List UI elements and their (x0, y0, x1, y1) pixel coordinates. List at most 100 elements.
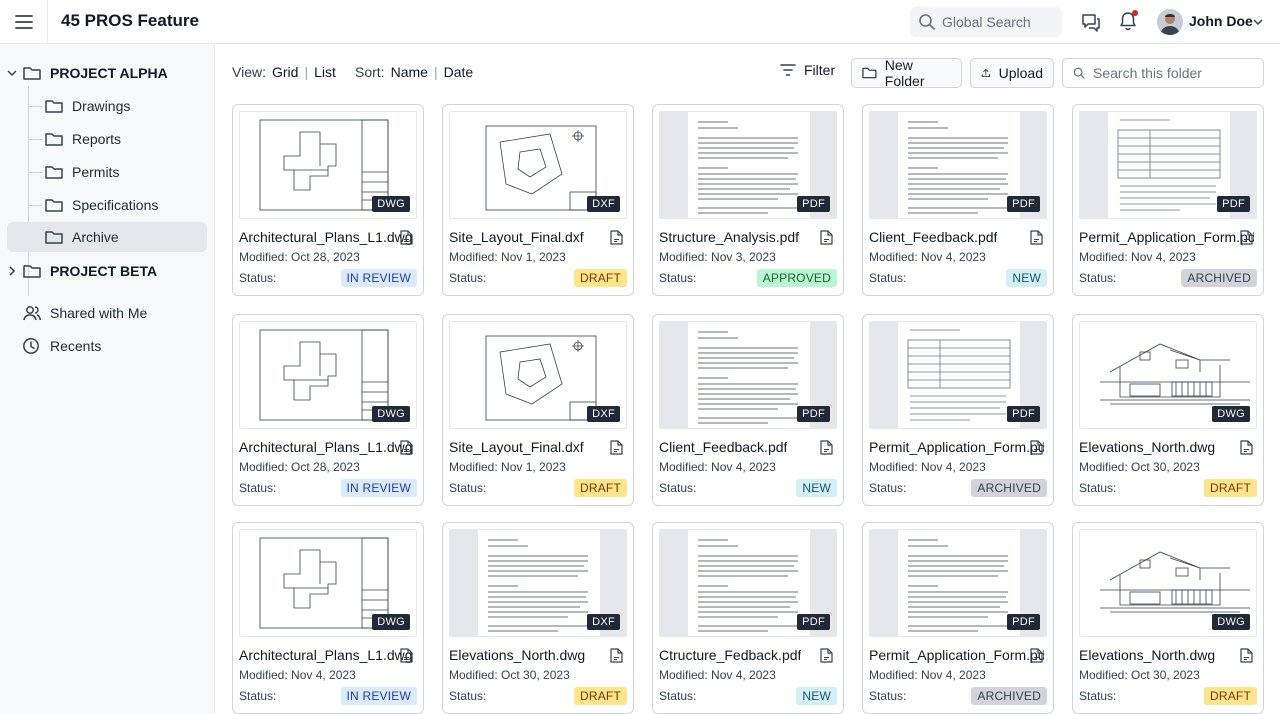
app-title: 45 PROS Feature (61, 11, 199, 30)
sidebar-item-drawings[interactable]: Drawings (44, 91, 130, 121)
view-list-option[interactable]: List (314, 64, 336, 80)
status-badge: IN REVIEW (340, 479, 417, 497)
global-search[interactable] (910, 7, 1062, 37)
sidebar-item-reports[interactable]: Reports (44, 124, 121, 154)
file-card[interactable]: PDF Client_Feedback.pdf Modified: Nov 4, 2… (652, 314, 844, 506)
file-modified: Modified: Nov 1, 2023 (449, 460, 566, 474)
status-badge: IN REVIEW (340, 269, 417, 287)
sidebar-link-label: Recents (50, 338, 102, 354)
sidebar-item-archive[interactable]: Archive (7, 222, 207, 252)
file-name[interactable]: Elevations_North.dwg (1079, 647, 1215, 663)
global-search-input[interactable] (942, 14, 1052, 30)
user-name[interactable]: John Doe (1189, 13, 1253, 29)
file-name[interactable]: Permit_Application_Form.pdf (869, 647, 1044, 663)
new-folder-button[interactable]: New Folder (851, 57, 962, 89)
file-card[interactable]: DXF Elevations_North.dwg Modified: Oct 30,… (442, 522, 634, 714)
file-name[interactable]: Site_Layout_Final.dxf (449, 439, 584, 455)
file-card[interactable]: PDF Structure_Analysis.pdf Modified: Nov 3… (652, 104, 844, 296)
file-thumbnail: PDF (659, 111, 837, 219)
chat-icon[interactable] (1080, 11, 1102, 33)
file-card[interactable]: DXF Site_Layout_Final.dxf Modified: Nov 1,… (442, 104, 634, 296)
status-label: Status: (1079, 271, 1117, 285)
status-badge: IN REVIEW (340, 687, 417, 705)
folder-icon (862, 67, 877, 79)
file-icon[interactable] (610, 230, 623, 245)
file-icon[interactable] (820, 648, 833, 663)
file-name[interactable]: Permit_Application_Form.pdf (1079, 229, 1254, 245)
file-icon[interactable] (1030, 440, 1043, 455)
folder-search-input[interactable] (1093, 65, 1263, 81)
file-name[interactable]: Permit_Application_Form.pdf (869, 439, 1044, 455)
file-icon[interactable] (1240, 230, 1253, 245)
file-type-badge: DWG (372, 614, 410, 630)
filter-label: Filter (804, 62, 836, 78)
file-card[interactable]: DWG Architectural_Plans_L1.dwg Modified: O… (232, 314, 424, 506)
file-type-badge: DXF (587, 196, 620, 212)
top-divider (47, 0, 48, 44)
file-name[interactable]: Ctructure_Fedback.pdf (659, 647, 801, 663)
file-modified: Modified: Oct 28, 2023 (239, 460, 360, 474)
folder-search[interactable] (1062, 58, 1264, 88)
upload-button[interactable]: Upload (970, 58, 1054, 88)
status-label: Status: (659, 271, 697, 285)
file-card[interactable]: DWG Architectural_Plans_L1.dwg Modified: O… (232, 104, 424, 296)
chevron-down-icon[interactable] (6, 67, 18, 79)
file-name[interactable]: Architectural_Plans_L1.dwg (239, 439, 413, 455)
file-thumbnail: DWG (1079, 321, 1257, 429)
file-name[interactable]: Architectural_Plans_L1.dwg (239, 229, 413, 245)
sort-date-option[interactable]: Date (444, 64, 474, 80)
sidebar-item-specifications[interactable]: Specifications (44, 190, 158, 220)
folder-icon (45, 166, 63, 179)
file-card[interactable]: DWG Architectural_Plans_L1.dwg Modified: N… (232, 522, 424, 714)
file-icon[interactable] (400, 440, 413, 455)
file-icon[interactable] (400, 230, 413, 245)
file-icon[interactable] (820, 230, 833, 245)
hamburger-icon[interactable] (14, 12, 34, 32)
file-name[interactable]: Architectural_Plans_L1.dwg (239, 647, 413, 663)
sidebar-item-shared[interactable]: Shared with Me (22, 298, 147, 328)
status-label: Status: (869, 271, 907, 285)
avatar[interactable] (1157, 9, 1183, 35)
file-card[interactable]: PDF Permit_Application_Form.pdf Modified: … (862, 522, 1054, 714)
file-icon[interactable] (610, 440, 623, 455)
file-icon[interactable] (1240, 440, 1253, 455)
sort-name-option[interactable]: Name (391, 64, 428, 80)
file-name[interactable]: Elevations_North.dwg (449, 647, 585, 663)
file-name[interactable]: Elevations_North.dwg (1079, 439, 1215, 455)
status-badge: DRAFT (1204, 687, 1257, 705)
file-thumbnail: PDF (659, 321, 837, 429)
file-card[interactable]: PDF Permit_Application_Form.pdf Modified: … (1072, 104, 1264, 296)
status-badge: DRAFT (574, 269, 627, 287)
file-icon[interactable] (610, 648, 623, 663)
sidebar-project-alpha[interactable]: PROJECT ALPHA (6, 58, 168, 88)
view-grid-option[interactable]: Grid (272, 64, 298, 80)
sidebar-item-recents[interactable]: Recents (22, 331, 101, 361)
chevron-right-icon[interactable] (6, 265, 18, 277)
file-icon[interactable] (1030, 648, 1043, 663)
file-card[interactable]: DWG Elevations_North.dwg Modified: Oct 30,… (1072, 314, 1264, 506)
sidebar-item-permits[interactable]: Permits (44, 157, 119, 187)
file-name[interactable]: Client_Feedback.pdf (659, 439, 787, 455)
file-name[interactable]: Structure_Analysis.pdf (659, 229, 799, 245)
file-modified: Modified: Nov 4, 2023 (1079, 250, 1196, 264)
file-icon[interactable] (1240, 648, 1253, 663)
view-toggle: View: Grid | List (232, 64, 336, 80)
file-modified: Modified: Nov 4, 2023 (869, 250, 986, 264)
file-name[interactable]: Site_Layout_Final.dxf (449, 229, 584, 245)
file-card[interactable]: PDF Client_Feedback.pdf Modified: Nov 4, 2… (862, 104, 1054, 296)
file-icon[interactable] (400, 648, 413, 663)
file-card[interactable]: PDF Ctructure_Fedback.pdf Modified: Nov 4,… (652, 522, 844, 714)
file-icon[interactable] (820, 440, 833, 455)
file-card[interactable]: DWG Elevations_North.dwg Modified: Oct 30,… (1072, 522, 1264, 714)
filter-button[interactable]: Filter (780, 62, 835, 78)
chevron-down-icon[interactable] (1252, 16, 1264, 28)
file-modified: Modified: Nov 4, 2023 (869, 668, 986, 682)
file-icon[interactable] (1030, 230, 1043, 245)
file-modified: Modified: Nov 1, 2023 (449, 250, 566, 264)
file-card[interactable]: PDF Permit_Application_Form.pdf Modified: … (862, 314, 1054, 506)
file-card[interactable]: DXF Site_Layout_Final.dxf Modified: Nov 1,… (442, 314, 634, 506)
sidebar: PROJECT ALPHA Drawings Reports Permits S… (0, 45, 215, 714)
file-name[interactable]: Client_Feedback.pdf (869, 229, 997, 245)
sidebar-project-beta[interactable]: PROJECT BETA (6, 256, 157, 286)
search-icon (1073, 67, 1085, 79)
